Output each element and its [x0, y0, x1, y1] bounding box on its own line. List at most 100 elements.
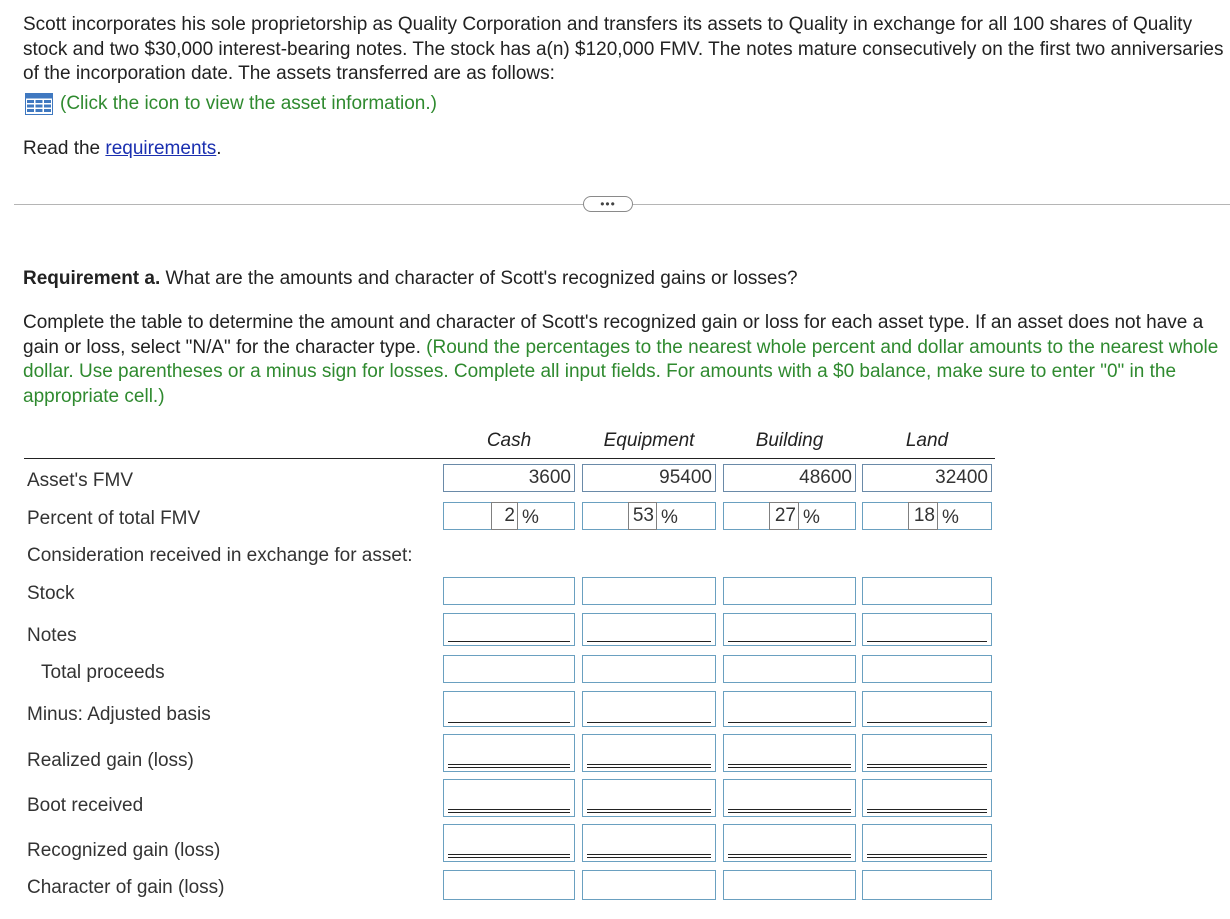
- equipment-realized-gain-input[interactable]: [583, 735, 715, 771]
- building-recognized-gain-input[interactable]: [724, 825, 855, 861]
- land-percent-field[interactable]: [908, 502, 938, 530]
- land-realized-gain-input[interactable]: [863, 735, 991, 771]
- equipment-total-proceeds-input[interactable]: [583, 656, 715, 682]
- equipment-stock-input[interactable]: [583, 578, 715, 604]
- equipment-stock-cell[interactable]: [582, 577, 716, 605]
- building-notes-input[interactable]: [724, 614, 855, 645]
- land-recognized-gain-cell[interactable]: [862, 824, 992, 862]
- building-fmv-input[interactable]: [724, 465, 855, 491]
- expand-more-button[interactable]: •••: [583, 196, 633, 212]
- cash-stock-cell[interactable]: [443, 577, 575, 605]
- equipment-percent-input[interactable]: [629, 503, 656, 529]
- building-stock-cell[interactable]: [723, 577, 856, 605]
- land-stock-input[interactable]: [863, 578, 991, 604]
- column-header-cash: Cash: [486, 430, 532, 451]
- building-realized-gain-cell[interactable]: [723, 734, 856, 772]
- cash-total-proceeds-input[interactable]: [444, 656, 574, 682]
- building-boot-received-input[interactable]: [724, 780, 855, 816]
- requirement-question: What are the amounts and character of Sc…: [160, 268, 798, 289]
- cash-notes-cell[interactable]: [443, 613, 575, 646]
- land-percent-cell[interactable]: %: [862, 502, 992, 530]
- land-percent-sign: %: [942, 507, 959, 528]
- building-percent-cell[interactable]: %: [723, 502, 856, 530]
- land-total-proceeds-cell[interactable]: [862, 655, 992, 683]
- building-notes-cell[interactable]: [723, 613, 856, 646]
- land-stock-cell[interactable]: [862, 577, 992, 605]
- equipment-character-select[interactable]: [582, 870, 716, 900]
- land-boot-received-cell[interactable]: [862, 779, 992, 817]
- land-adjusted-basis-cell[interactable]: [862, 691, 992, 727]
- equipment-adjusted-basis-cell[interactable]: [582, 691, 716, 727]
- read-requirements: Read the requirements.: [23, 137, 222, 161]
- column-header-land: Land: [905, 430, 949, 451]
- land-character-select[interactable]: [862, 870, 992, 900]
- building-character-select[interactable]: [723, 870, 856, 900]
- land-fmv-cell[interactable]: [862, 464, 992, 492]
- equipment-boot-received-input[interactable]: [583, 780, 715, 816]
- cash-adjusted-basis-input[interactable]: [444, 692, 574, 726]
- land-adjusted-basis-input[interactable]: [863, 692, 991, 726]
- equipment-notes-input[interactable]: [583, 614, 715, 645]
- cash-percent-field[interactable]: [491, 502, 518, 530]
- cash-stock-input[interactable]: [444, 578, 574, 604]
- equipment-adjusted-basis-input[interactable]: [583, 692, 715, 726]
- equipment-percent-field[interactable]: [628, 502, 657, 530]
- cash-recognized-gain-input[interactable]: [444, 825, 574, 861]
- cash-percent-input[interactable]: [492, 503, 517, 529]
- building-total-proceeds-input[interactable]: [724, 656, 855, 682]
- equipment-total-proceeds-cell[interactable]: [582, 655, 716, 683]
- building-percent-field[interactable]: [769, 502, 799, 530]
- building-total-proceeds-cell[interactable]: [723, 655, 856, 683]
- cash-notes-input[interactable]: [444, 614, 574, 645]
- equipment-fmv-cell[interactable]: [582, 464, 716, 492]
- cash-realized-gain-input[interactable]: [444, 735, 574, 771]
- building-stock-input[interactable]: [724, 578, 855, 604]
- equipment-notes-cell[interactable]: [582, 613, 716, 646]
- building-percent-input[interactable]: [770, 503, 798, 529]
- cash-boot-received-cell[interactable]: [443, 779, 575, 817]
- equipment-percent-cell[interactable]: %: [582, 502, 716, 530]
- problem-statement: Scott incorporates his sole proprietorsh…: [23, 14, 1224, 84]
- data-table-icon[interactable]: [25, 93, 53, 115]
- cash-total-proceeds-cell[interactable]: [443, 655, 575, 683]
- land-total-proceeds-input[interactable]: [863, 656, 991, 682]
- row-label-percent-fmv: Percent of total FMV: [27, 508, 201, 529]
- cash-realized-gain-cell[interactable]: [443, 734, 575, 772]
- equipment-realized-gain-cell[interactable]: [582, 734, 716, 772]
- land-notes-cell[interactable]: [862, 613, 992, 646]
- land-character-input[interactable]: [863, 871, 991, 899]
- row-label-total-proceeds: Total proceeds: [41, 662, 165, 683]
- cash-boot-received-input[interactable]: [444, 780, 574, 816]
- cash-character-input[interactable]: [444, 871, 574, 899]
- row-label-character: Character of gain (loss): [27, 877, 225, 898]
- cash-percent-cell[interactable]: %: [443, 502, 575, 530]
- equipment-character-input[interactable]: [583, 871, 715, 899]
- cash-fmv-cell[interactable]: [443, 464, 575, 492]
- asset-info-link-text[interactable]: (Click the icon to view the asset inform…: [60, 92, 437, 116]
- equipment-recognized-gain-cell[interactable]: [582, 824, 716, 862]
- land-notes-input[interactable]: [863, 614, 991, 645]
- building-percent-sign: %: [803, 507, 820, 528]
- land-percent-input[interactable]: [909, 503, 937, 529]
- cash-adjusted-basis-cell[interactable]: [443, 691, 575, 727]
- cash-fmv-input[interactable]: [444, 465, 574, 491]
- building-adjusted-basis-cell[interactable]: [723, 691, 856, 727]
- cash-character-select[interactable]: [443, 870, 575, 900]
- building-fmv-cell[interactable]: [723, 464, 856, 492]
- requirements-link[interactable]: requirements: [105, 138, 216, 159]
- equipment-fmv-input[interactable]: [583, 465, 715, 491]
- header-rule: [24, 458, 995, 459]
- building-realized-gain-input[interactable]: [724, 735, 855, 771]
- building-recognized-gain-cell[interactable]: [723, 824, 856, 862]
- equipment-recognized-gain-input[interactable]: [583, 825, 715, 861]
- building-adjusted-basis-input[interactable]: [724, 692, 855, 726]
- land-boot-received-input[interactable]: [863, 780, 991, 816]
- building-character-input[interactable]: [724, 871, 855, 899]
- land-recognized-gain-input[interactable]: [863, 825, 991, 861]
- equipment-boot-received-cell[interactable]: [582, 779, 716, 817]
- building-boot-received-cell[interactable]: [723, 779, 856, 817]
- cash-recognized-gain-cell[interactable]: [443, 824, 575, 862]
- land-fmv-input[interactable]: [863, 465, 991, 491]
- land-realized-gain-cell[interactable]: [862, 734, 992, 772]
- asset-info-link[interactable]: (Click the icon to view the asset inform…: [25, 92, 437, 116]
